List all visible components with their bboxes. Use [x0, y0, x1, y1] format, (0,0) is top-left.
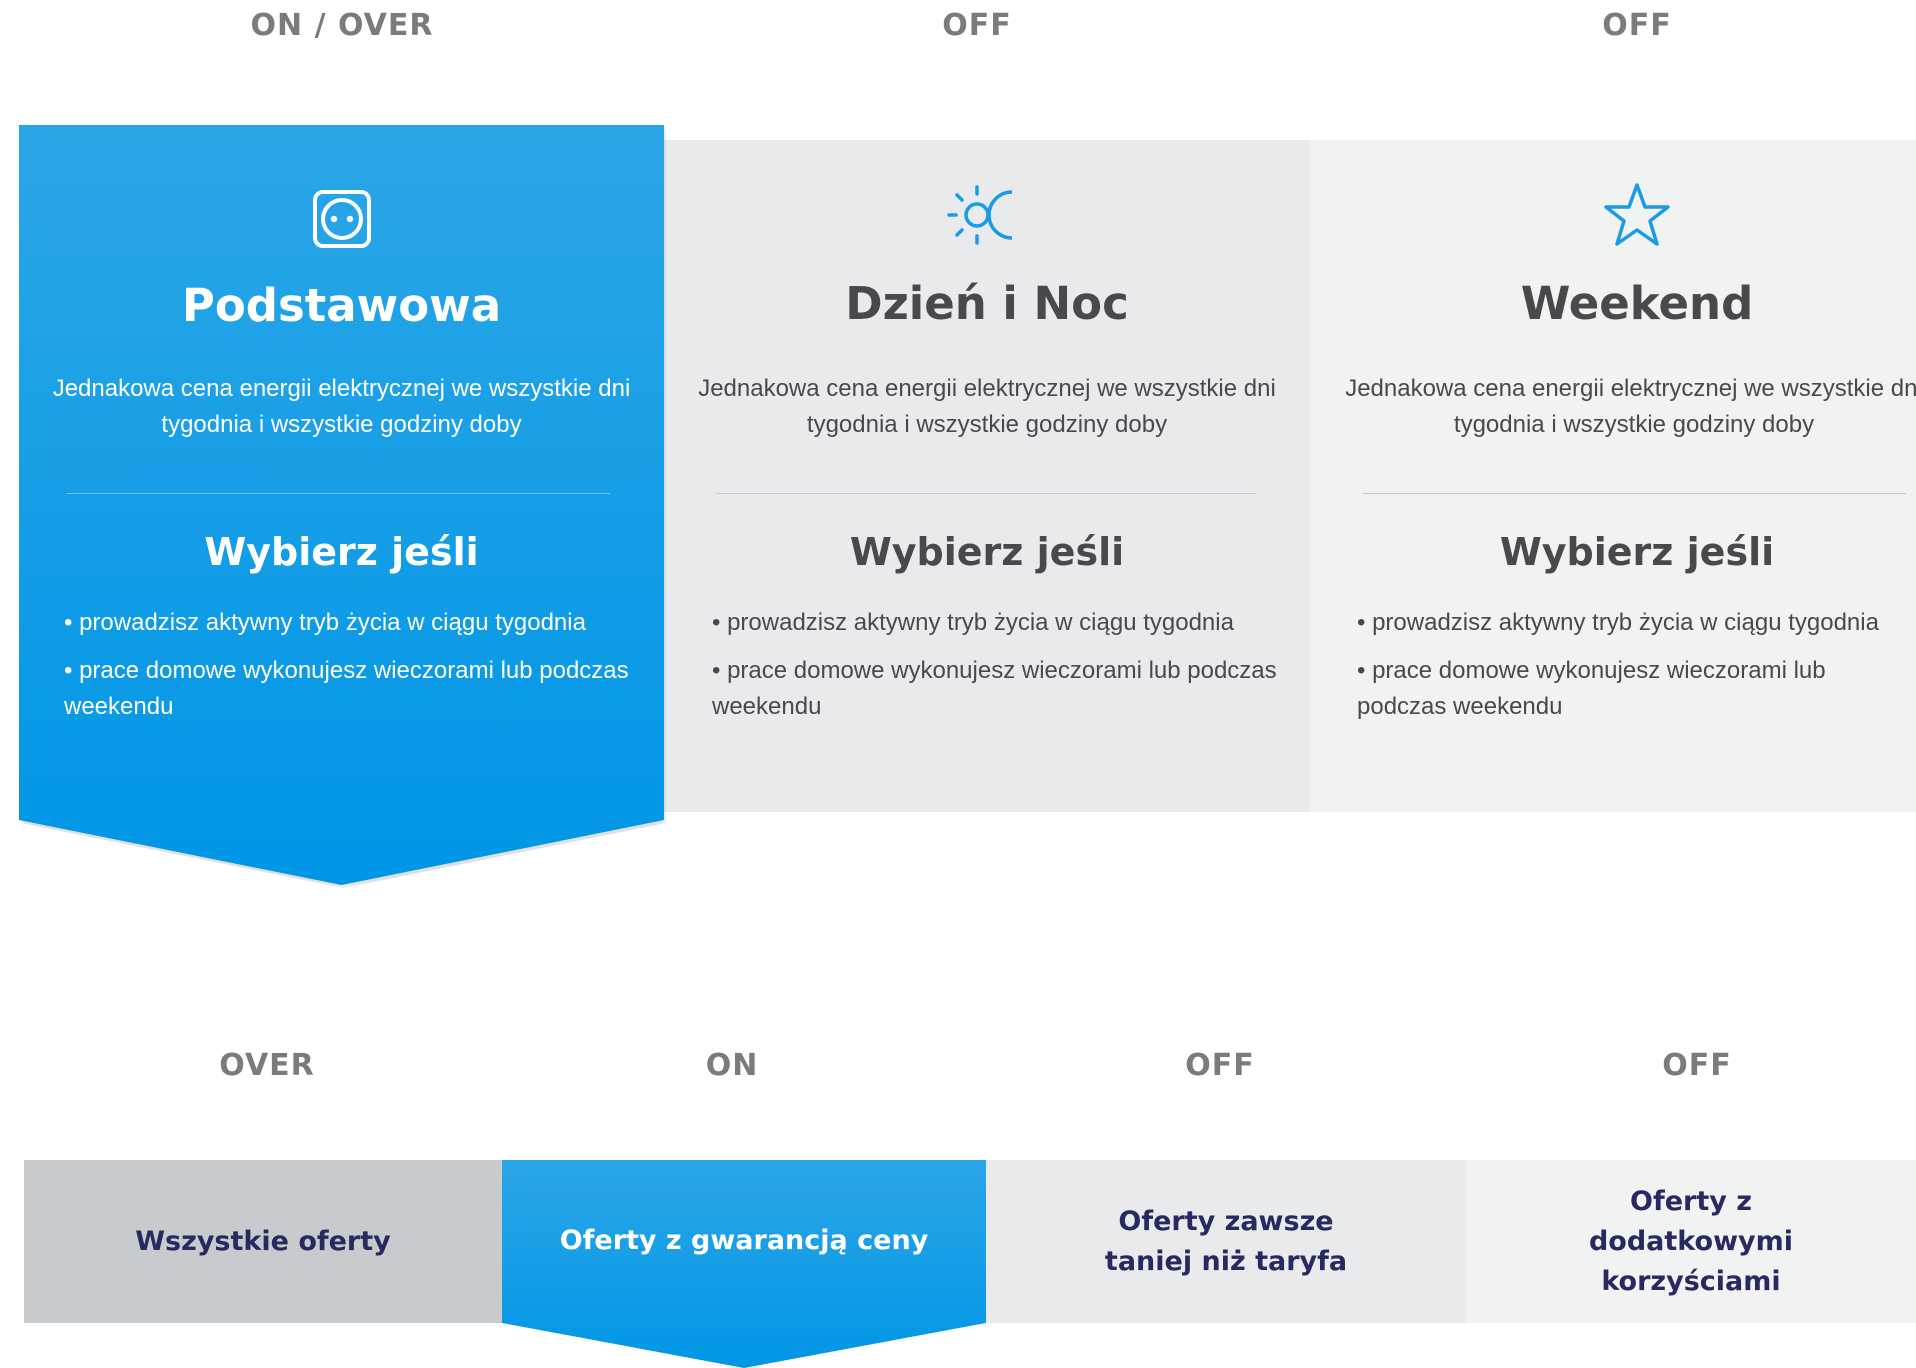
- card-description: Jednakowa cena energii elektrycznej we w…: [1345, 375, 1916, 438]
- state-label-off: OFF: [942, 8, 1012, 43]
- state-label-over: OVER: [219, 1048, 315, 1083]
- divider: [1363, 493, 1906, 494]
- tariff-card-weekend[interactable]: Weekend Jednakowa cena energii elektrycz…: [1310, 140, 1916, 812]
- power-socket-icon: [312, 189, 372, 254]
- bullet-list: • prowadzisz aktywny tryb życia w ciągu …: [712, 605, 1290, 737]
- divider: [716, 493, 1256, 494]
- tariff-card-dzien-i-noc[interactable]: Dzień i Noc Jednakowa cena energii elekt…: [664, 140, 1310, 812]
- tab-label: Oferty zawsze taniej niż taryfa: [1104, 1205, 1348, 1277]
- bullet-list: • prowadzisz aktywny tryb życia w ciągu …: [64, 605, 644, 737]
- state-label-off: OFF: [1185, 1048, 1255, 1083]
- card-description: Jednakowa cena energii elektrycznej we w…: [698, 375, 1276, 438]
- card-description: Jednakowa cena energii elektrycznej we w…: [52, 375, 631, 438]
- list-item: • prowadzisz aktywny tryb życia w ciągu …: [64, 609, 586, 636]
- sun-moon-icon: [942, 180, 1032, 255]
- list-item: • prace domowe wykonujesz wieczorami lub…: [1357, 657, 1826, 720]
- list-item: • prace domowe wykonujesz wieczorami lub…: [64, 657, 629, 720]
- card-title: Weekend: [1520, 277, 1754, 330]
- tab-price-guarantee[interactable]: Oferty z gwarancją ceny: [502, 1160, 986, 1368]
- choose-heading: Wybierz jeśli: [1499, 530, 1775, 574]
- tab-always-cheaper[interactable]: Oferty zawsze taniej niż taryfa: [986, 1160, 1466, 1323]
- choose-heading: Wybierz jeśli: [204, 530, 479, 574]
- tab-all-offers[interactable]: Wszystkie oferty: [24, 1160, 502, 1323]
- card-title: Podstawowa: [181, 279, 502, 332]
- tab-extra-benefits[interactable]: Oferty z dodatkowymi korzyściami: [1466, 1160, 1916, 1323]
- state-label-off: OFF: [1602, 8, 1672, 43]
- choose-heading: Wybierz jeśli: [849, 530, 1125, 574]
- tab-label: Wszystkie oferty: [135, 1225, 391, 1257]
- tab-label: Oferty z dodatkowymi korzyściami: [1588, 1185, 1794, 1297]
- card-title: Dzień i Noc: [845, 277, 1129, 330]
- tab-label: Oferty z gwarancją ceny: [559, 1225, 929, 1256]
- star-icon: [1602, 180, 1672, 255]
- list-item: • prace domowe wykonujesz wieczorami lub…: [712, 657, 1277, 720]
- bullet-list: • prowadzisz aktywny tryb życia w ciągu …: [1357, 605, 1916, 737]
- tariff-card-podstawowa[interactable]: Podstawowa Jednakowa cena energii elektr…: [19, 125, 664, 885]
- divider: [67, 493, 610, 494]
- state-label-on: ON: [705, 1048, 759, 1083]
- state-label-off: OFF: [1662, 1048, 1732, 1083]
- list-item: • prowadzisz aktywny tryb życia w ciągu …: [1357, 609, 1879, 636]
- state-label-on-over: ON / OVER: [250, 8, 434, 43]
- list-item: • prowadzisz aktywny tryb życia w ciągu …: [712, 609, 1234, 636]
